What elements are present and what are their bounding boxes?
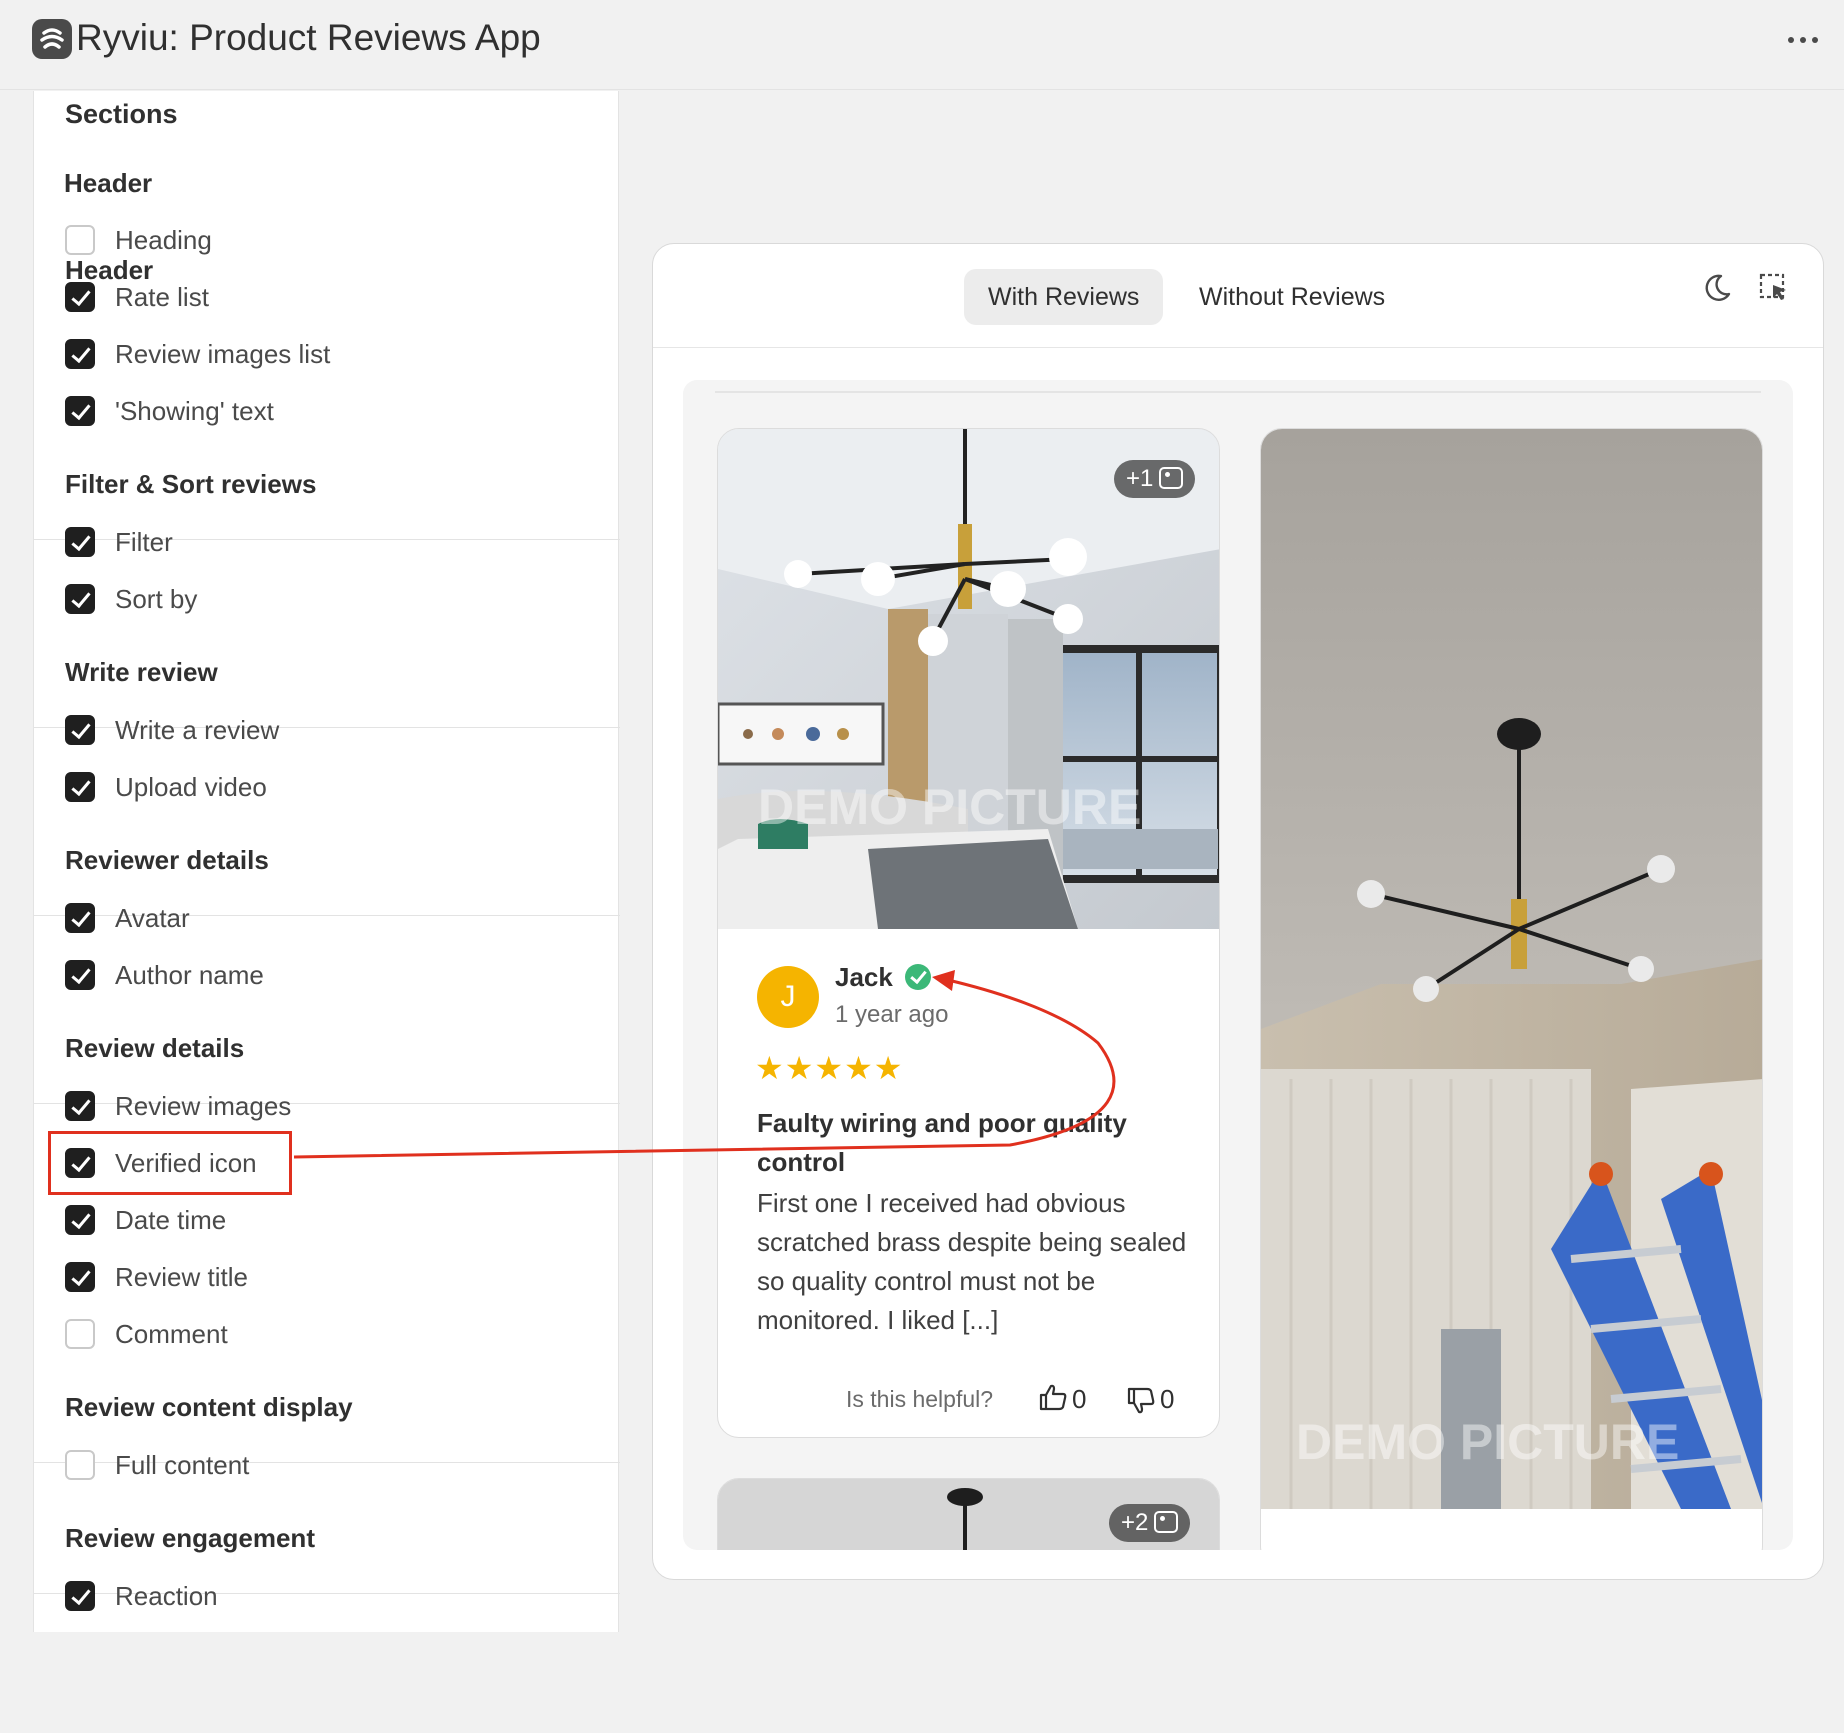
group-title-header: Header [64,168,153,198]
thumbs-up-icon[interactable] [1038,1382,1068,1412]
group-title: Reviewer details [65,845,269,875]
checkbox[interactable] [65,396,95,426]
checkbox[interactable] [65,1450,95,1480]
helpful-label: Is this helpful? [846,1386,994,1412]
author-name: Jack [835,962,893,992]
option-comment[interactable]: Comment [65,1317,585,1351]
option-write-a-review[interactable]: Write a review [65,713,585,747]
sections-panel: Sections Header Header Filter & Sort rev… [33,91,620,1632]
tab-with-reviews[interactable]: With Reviews [964,269,1164,325]
group-title: Write review [65,657,218,687]
cursor-select-icon[interactable] [1758,272,1790,304]
group-title: Review details [65,1033,245,1063]
image-count: +1 [1126,465,1154,492]
group-title: Filter & Sort reviews [65,469,317,499]
like-count: 0 [1072,1384,1087,1414]
option-sort-by[interactable]: Sort by [65,582,585,616]
option-label: Heading [115,225,212,255]
option-label: Date time [115,1205,227,1235]
star-rating: ★★★★★ [755,1050,904,1086]
group-write-review [34,727,620,915]
image-icon [1154,1511,1179,1533]
checkbox[interactable] [65,584,95,614]
verified-icon [905,964,931,990]
app-title: Ryviu: Product Reviews App [76,17,541,58]
divider [715,391,1761,393]
option-rate-list[interactable]: Rate list [65,280,585,314]
option-label: Filter [115,527,173,557]
review-image[interactable]: DEMO PICTURE [1261,429,1762,1509]
option-label: Avatar [115,903,190,933]
image-count-badge: +2 [1109,1504,1191,1542]
option-label: Write a review [115,715,280,745]
checkbox[interactable] [65,715,95,745]
image-count-badge: +1 [1114,460,1196,498]
avatar: J [757,966,819,1028]
checkbox[interactable] [65,225,95,255]
review-title: Faulty wiring and poor quality control [757,1108,1127,1177]
option-label: Rate list [115,282,209,312]
option-label: Reaction [115,1581,218,1611]
group-engagement [34,1593,620,1733]
review-card[interactable]: +2 [717,1478,1220,1550]
option-review-images-list[interactable]: Review images list [65,337,585,371]
ryviu-logo-icon [32,19,72,59]
checkbox[interactable] [65,527,95,557]
checkbox[interactable] [65,960,95,990]
review-body: First one I received had obvious scratch… [757,1188,1187,1335]
checkbox[interactable] [65,282,95,312]
option-label: Review images list [115,339,331,369]
preview-canvas: DEMO PICTURE +1 J Jack 1 year ago ★★★★★ … [683,380,1793,1550]
group-title: Review engagement [65,1523,315,1553]
option-label: Review title [115,1262,248,1292]
option-heading[interactable]: Heading [65,223,585,257]
checkbox[interactable] [65,1091,95,1121]
annotation-highlight-box [48,1131,292,1195]
group-filter-sort [34,539,620,727]
option-label: Review images [115,1091,292,1121]
option-author-name[interactable]: Author name [65,958,585,992]
dislike-count: 0 [1160,1384,1175,1414]
moon-icon[interactable] [1701,272,1733,304]
group-reviewer-details [34,915,620,1103]
option-label: Comment [115,1319,228,1349]
checkbox[interactable] [65,1205,95,1235]
checkbox[interactable] [65,1319,95,1349]
checkbox[interactable] [65,1262,95,1292]
more-horizontal-icon[interactable] [1780,22,1826,56]
review-card[interactable]: DEMO PICTURE [1260,428,1763,1550]
option-avatar[interactable]: Avatar [65,901,585,935]
review-image[interactable]: DEMO PICTURE [718,429,1219,929]
image-icon [1159,467,1184,489]
option-showing-text[interactable]: 'Showing' text [65,394,585,428]
checkbox[interactable] [65,339,95,369]
preview-frame: With Reviews Without Reviews DEMO PICTUR… [652,243,1824,1580]
watermark-text: DEMO PICTURE [758,779,1141,835]
option-label: Sort by [115,584,198,614]
option-date-time[interactable]: Date time [65,1203,585,1237]
option-upload-video[interactable]: Upload video [65,770,585,804]
option-review-images[interactable]: Review images [65,1089,585,1123]
panel-title: Sections [65,99,178,129]
option-reaction[interactable]: Reaction [65,1579,585,1613]
option-filter[interactable]: Filter [65,525,585,559]
checkbox[interactable] [65,1581,95,1611]
option-full-content[interactable]: Full content [65,1448,585,1482]
review-card[interactable]: DEMO PICTURE +1 J Jack 1 year ago ★★★★★ … [717,428,1220,1438]
checkbox[interactable] [65,903,95,933]
option-label: Full content [115,1450,250,1480]
option-label: Author name [115,960,264,990]
thumbs-down-icon[interactable] [1126,1386,1156,1416]
preview-toolbar: With Reviews Without Reviews [653,244,1823,348]
option-review-title[interactable]: Review title [65,1260,585,1294]
option-label: Upload video [115,772,267,802]
group-title: Review content display [65,1392,353,1422]
checkbox[interactable] [65,772,95,802]
image-count: +2 [1121,1509,1149,1536]
watermark-text: DEMO PICTURE [1296,1414,1679,1470]
app-header: Ryviu: Product Reviews App [0,0,1844,90]
review-date: 1 year ago [835,1001,949,1028]
option-label: 'Showing' text [115,396,274,426]
tab-without-reviews[interactable]: Without Reviews [1175,269,1409,325]
